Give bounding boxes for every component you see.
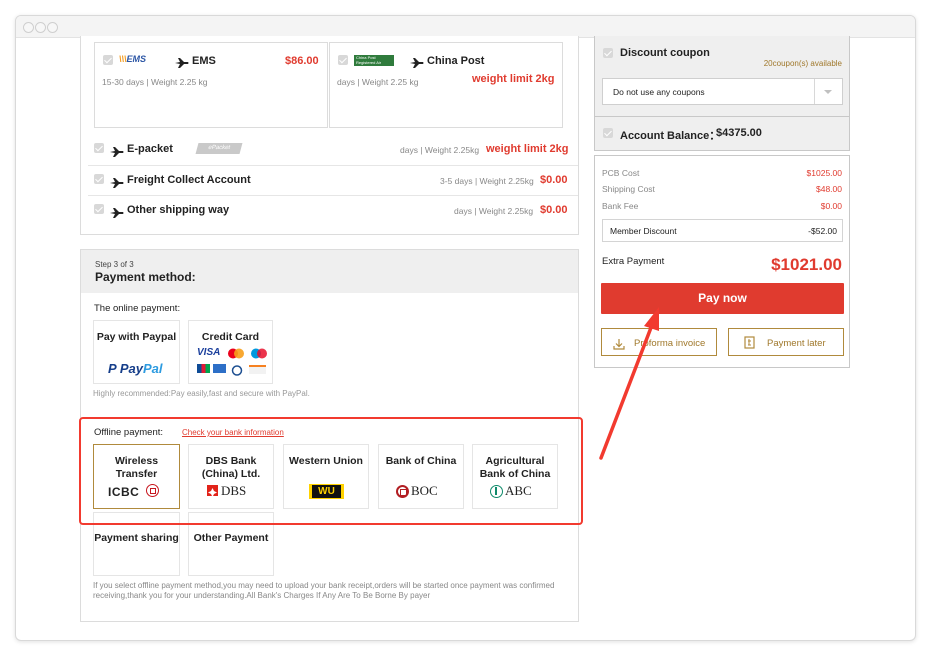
coupon-title: Discount coupon [620, 47, 710, 59]
pcb-cost-value: $1025.00 [806, 168, 842, 178]
epacket-checkbox[interactable] [94, 143, 104, 153]
paypal-label: Pay with Paypal [96, 331, 177, 343]
member-discount-value: -$52.00 [808, 226, 837, 236]
online-payment-label: The online payment: [94, 303, 181, 314]
balance-panel: Account Balance： $4375.00 [594, 116, 850, 151]
minimize-dot[interactable] [35, 22, 46, 33]
bank-fee-value: $0.00 [820, 201, 842, 211]
extra-payment-value: $1021.00 [771, 255, 842, 274]
payment-later-label: Payment later [767, 338, 826, 349]
divider [88, 165, 578, 166]
other-shipping-desc: days | Weight 2.25kg [454, 206, 534, 216]
zoom-dot[interactable] [47, 22, 58, 33]
paypal-option[interactable]: Pay with Paypal P PayPal [93, 320, 180, 384]
jcb-icon [197, 364, 210, 373]
shipping-cost-label: Shipping Cost [602, 184, 655, 194]
invoice-icon [744, 336, 756, 354]
ems-logo: \\\EMS [119, 54, 147, 64]
mastercard-icon [227, 346, 245, 359]
freight-collect-name: Freight Collect Account [127, 174, 251, 186]
annotation-highlight-box [79, 417, 583, 525]
china-post-logo: China Post Registered Air [354, 55, 394, 66]
china-post-name: China Post [427, 55, 485, 67]
divider [88, 195, 578, 196]
epacket-price: weight limit 2kg [486, 143, 569, 155]
other-shipping-checkbox[interactable] [94, 204, 104, 214]
china-post-price: weight limit 2kg [472, 73, 555, 85]
payment-sharing-label: Payment sharing [94, 532, 179, 544]
other-shipping-price: $0.00 [540, 204, 568, 216]
freight-collect-checkbox[interactable] [94, 174, 104, 184]
coupon-checkbox[interactable] [603, 48, 613, 58]
shipping-card-ems[interactable]: \\\EMS EMS $86.00 15-30 days | Weight 2.… [94, 42, 328, 128]
ems-price: $86.00 [285, 55, 319, 67]
payment-title: Payment method: [95, 270, 196, 284]
plane-icon [410, 55, 424, 73]
plane-icon [110, 205, 124, 223]
epacket-desc: days | Weight 2.25kg [400, 145, 480, 155]
offline-note: If you select offline payment method,you… [93, 581, 555, 600]
step-indicator: Step 3 of 3 [95, 260, 134, 269]
epacket-logo: ePacket [195, 143, 243, 154]
balance-checkbox[interactable] [603, 128, 613, 138]
shipping-cost-value: $48.00 [816, 184, 842, 194]
china-post-desc: days | Weight 2.25 kg [337, 77, 419, 87]
payment-later-button[interactable]: Payment later [728, 328, 844, 356]
amex-icon [213, 364, 226, 373]
paypal-logo-icon: P PayPal [108, 361, 163, 376]
annotation-arrow [599, 307, 659, 460]
coupon-available: 20coupon(s) available [763, 59, 842, 68]
balance-label: Account Balance： [620, 130, 721, 142]
freight-collect-desc: 3-5 days | Weight 2.25kg [440, 176, 534, 186]
credit-card-label: Credit Card [201, 331, 260, 343]
other-payment-label: Other Payment [193, 532, 269, 544]
epacket-name: E-packet [127, 143, 173, 155]
freight-collect-price: $0.00 [540, 174, 568, 186]
bank-fee-label: Bank Fee [602, 201, 639, 211]
maestro-icon [250, 346, 268, 359]
window-titlebar [16, 16, 915, 38]
visa-icon: VISA [197, 347, 221, 358]
recommend-text: Highly recommended:Pay easily,fast and s… [93, 389, 310, 398]
plane-icon [175, 55, 189, 73]
close-dot[interactable] [23, 22, 34, 33]
ems-checkbox[interactable] [103, 55, 113, 65]
china-post-checkbox[interactable] [338, 55, 348, 65]
ems-name: EMS [192, 55, 216, 67]
member-discount-row: Member Discount -$52.00 [602, 219, 843, 242]
shipping-card-china-post[interactable]: China Post Registered Air China Post day… [329, 42, 563, 128]
select-divider [814, 79, 815, 104]
chevron-down-icon [824, 90, 832, 94]
coupon-select[interactable]: Do not use any coupons [602, 78, 843, 105]
plane-icon [110, 175, 124, 193]
credit-card-option[interactable]: Credit Card VISA [188, 320, 273, 384]
payment-header: Step 3 of 3 Payment method: [81, 250, 578, 293]
diners-icon [230, 363, 244, 376]
extra-payment-label: Extra Payment [602, 256, 665, 267]
coupon-panel: Discount coupon 20coupon(s) available Do… [594, 36, 850, 116]
coupon-select-value: Do not use any coupons [613, 87, 705, 97]
pcb-cost-label: PCB Cost [602, 168, 640, 178]
discover-icon [249, 365, 266, 374]
other-shipping-name: Other shipping way [127, 204, 230, 216]
member-discount-label: Member Discount [610, 226, 677, 236]
balance-value: $4375.00 [716, 127, 762, 139]
ems-desc: 15-30 days | Weight 2.25 kg [102, 77, 208, 87]
plane-icon [110, 144, 124, 162]
